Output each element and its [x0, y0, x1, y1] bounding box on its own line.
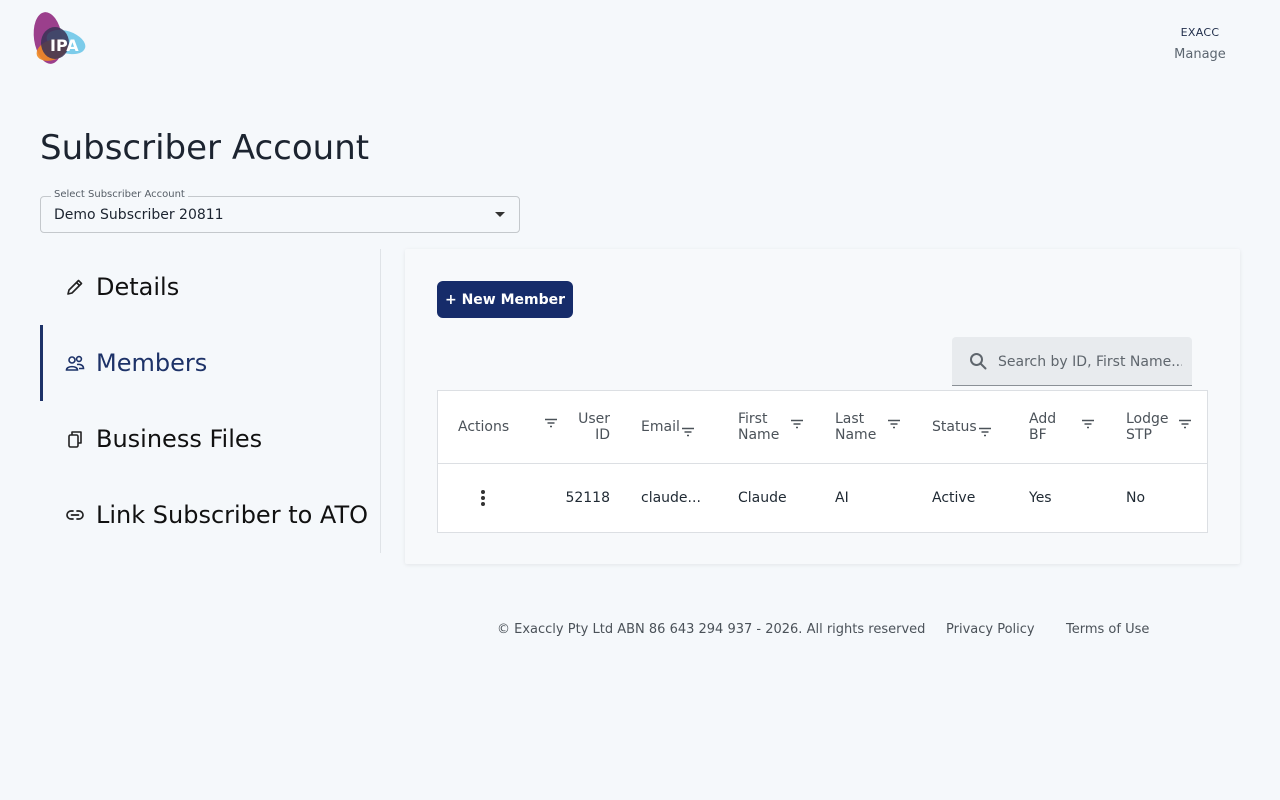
files-icon — [65, 429, 85, 449]
org-code: EXACC — [1180, 26, 1220, 39]
members-panel: + New Member Actions User ID Email — [405, 249, 1240, 564]
filter-icon[interactable] — [978, 422, 992, 441]
row-actions-menu-icon[interactable] — [476, 464, 490, 532]
search-input[interactable] — [996, 350, 1184, 374]
new-member-button[interactable]: + New Member — [437, 281, 573, 318]
sidebar-item-business-files[interactable]: Business Files — [40, 401, 380, 477]
sidebar-item-label: Link Subscriber to ATO — [96, 501, 369, 529]
column-header-email[interactable]: Email — [641, 391, 711, 463]
people-icon — [65, 353, 85, 373]
filter-icon[interactable] — [544, 413, 558, 432]
link-icon — [65, 505, 85, 525]
sidebar-item-link-ato[interactable]: Link Subscriber to ATO — [40, 477, 380, 553]
column-header-last-name[interactable]: Last Name — [835, 391, 895, 463]
column-header-actions[interactable]: Actions — [458, 391, 538, 463]
cell-lodge-stp: No — [1126, 490, 1146, 506]
search-icon — [969, 352, 987, 374]
subscriber-select-label: Select Subscriber Account — [51, 189, 188, 200]
footer-privacy-wrap: Privacy Policy — [946, 622, 1035, 637]
sidebar: Details Members Business Files Link Subs… — [40, 249, 381, 553]
filter-icon[interactable] — [681, 422, 695, 441]
filter-icon[interactable] — [790, 414, 804, 433]
cell-email: claude... — [641, 490, 701, 506]
cell-last-name: AI — [835, 490, 849, 506]
cell-status: Active — [932, 490, 976, 506]
sidebar-item-label: Members — [96, 349, 208, 377]
sidebar-item-label: Business Files — [96, 425, 263, 453]
footer-copyright: © Exaccly Pty Ltd ABN 86 643 294 937 - 2… — [497, 622, 926, 637]
column-header-lodge-stp[interactable]: Lodge STP — [1126, 391, 1181, 463]
svg-text:IPA: IPA — [50, 36, 79, 55]
sidebar-item-details[interactable]: Details — [40, 249, 380, 325]
sidebar-item-label: Details — [96, 273, 180, 301]
table-row[interactable]: 52118 claude... Claude AI Active Yes No — [438, 464, 1207, 532]
member-search[interactable] — [952, 337, 1192, 386]
sidebar-item-members[interactable]: Members — [40, 325, 383, 401]
cell-add-bf: Yes — [1029, 490, 1052, 506]
manage-link[interactable]: Manage — [1160, 47, 1240, 62]
cell-user-id: 52118 — [565, 490, 610, 506]
dropdown-arrow-icon — [495, 212, 505, 217]
privacy-policy-link[interactable]: Privacy Policy — [946, 622, 1035, 637]
column-header-add-bf[interactable]: Add BF — [1029, 391, 1079, 463]
ipa-logo[interactable]: IPA — [28, 10, 88, 66]
account-menu: EXACC Manage — [1160, 26, 1240, 62]
filter-icon[interactable] — [887, 414, 901, 433]
subscriber-select-value: Demo Subscriber 20811 — [54, 207, 224, 223]
members-table: Actions User ID Email First Name Last Na… — [437, 390, 1208, 533]
page-title: Subscriber Account — [40, 128, 370, 168]
column-header-user-id[interactable]: User ID — [558, 391, 610, 463]
cell-first-name: Claude — [738, 490, 787, 506]
footer-terms-wrap: Terms of Use — [1066, 622, 1149, 637]
subscriber-select[interactable]: Select Subscriber Account Demo Subscribe… — [40, 189, 520, 233]
filter-icon[interactable] — [1178, 414, 1192, 433]
pencil-icon — [65, 277, 85, 297]
filter-icon[interactable] — [1081, 414, 1095, 433]
column-header-first-name[interactable]: First Name — [738, 391, 798, 463]
terms-of-use-link[interactable]: Terms of Use — [1066, 622, 1149, 637]
table-header: Actions User ID Email First Name Last Na… — [438, 391, 1207, 464]
